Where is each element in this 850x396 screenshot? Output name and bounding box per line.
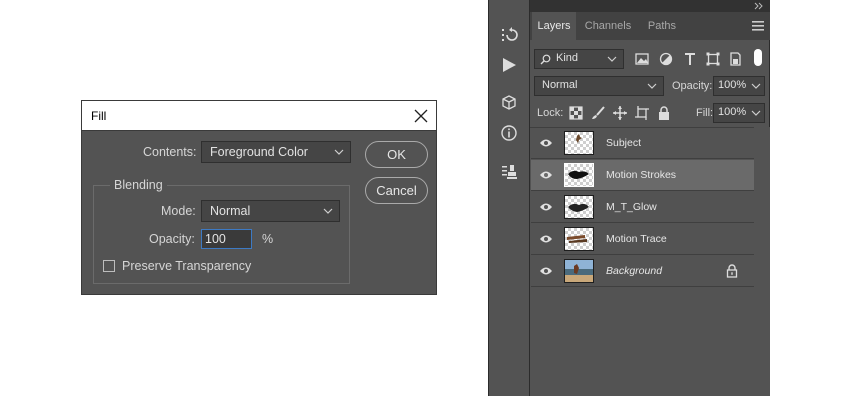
panel-dock-strip — [488, 0, 530, 396]
filter-kind-value: Kind — [556, 52, 579, 64]
lock-artboard-icon[interactable] — [634, 105, 650, 121]
tab-layers[interactable]: Layers — [532, 12, 576, 40]
contents-value: Foreground Color — [210, 145, 308, 159]
opacity-label: Opacity: — [149, 232, 195, 246]
preserve-transparency-checkbox[interactable] — [103, 260, 115, 272]
preserve-transparency-label: Preserve Transparency — [122, 259, 252, 273]
close-icon[interactable] — [412, 107, 430, 125]
layer-name: Subject — [606, 137, 642, 149]
opacity-input[interactable]: 100 — [201, 229, 252, 249]
layer-row-motion-strokes[interactable]: Motion Strokes — [531, 160, 754, 191]
tab-paths[interactable]: Paths — [642, 12, 682, 40]
contents-label: Contents: — [143, 145, 197, 159]
mode-label: Mode: — [161, 204, 196, 218]
filter-toggle-switch[interactable] — [754, 49, 762, 66]
3d-cube-icon[interactable] — [500, 94, 518, 112]
lock-all-icon[interactable] — [656, 105, 672, 121]
layer-row-subject[interactable]: Subject — [531, 128, 754, 159]
clone-source-icon[interactable] — [500, 163, 518, 181]
dialog-title: Fill — [91, 109, 107, 123]
collapse-right-icon[interactable] — [752, 2, 764, 10]
mode-value: Normal — [210, 204, 251, 218]
filter-smart-object-icon[interactable] — [727, 51, 743, 67]
mode-dropdown[interactable]: Normal — [201, 200, 340, 222]
contents-dropdown[interactable]: Foreground Color — [201, 141, 351, 163]
layer-row-motion-trace[interactable]: Motion Trace — [531, 224, 754, 255]
layer-name: M_T_Glow — [606, 201, 657, 213]
panel-menu-icon[interactable] — [752, 21, 764, 31]
eye-icon[interactable] — [539, 137, 553, 149]
layer-name: Motion Strokes — [606, 169, 677, 181]
chevron-down-icon — [334, 149, 344, 155]
panel-top-bar — [488, 0, 770, 12]
lock-transparent-pixels-icon[interactable] — [568, 105, 584, 121]
layer-thumbnail — [564, 163, 594, 187]
blending-title: Blending — [110, 178, 167, 192]
filter-pixel-icon[interactable] — [634, 51, 650, 67]
lock-position-move-icon[interactable] — [612, 105, 628, 121]
chevron-down-icon — [751, 83, 761, 89]
blend-mode-dropdown[interactable]: Normal — [534, 76, 664, 96]
chevron-down-icon — [751, 110, 761, 116]
eye-icon[interactable] — [539, 233, 553, 245]
blend-mode-value: Normal — [542, 79, 578, 91]
filter-type-icon[interactable] — [682, 51, 698, 67]
eye-icon[interactable] — [539, 169, 553, 181]
eye-icon[interactable] — [539, 265, 553, 277]
layer-thumbnail — [564, 227, 594, 251]
layer-opacity-label: Opacity: — [672, 80, 713, 92]
lock-label: Lock: — [537, 107, 564, 119]
chevron-down-icon — [607, 56, 617, 62]
layer-thumbnail — [564, 195, 594, 219]
ok-button[interactable]: OK — [365, 141, 428, 168]
layer-opacity-value: 100% — [718, 79, 747, 91]
filter-shape-icon[interactable] — [705, 51, 721, 67]
layer-name: Background — [606, 265, 663, 277]
search-icon — [540, 54, 551, 65]
layer-fill-value: 100% — [718, 106, 747, 118]
play-actions-icon[interactable] — [500, 56, 518, 74]
lock-icon[interactable] — [726, 264, 738, 278]
panel-tab-bar: Layers Channels Paths — [530, 12, 770, 40]
lock-image-pixels-brush-icon[interactable] — [590, 105, 606, 121]
chevron-down-icon — [647, 83, 657, 89]
dialog-titlebar: Fill — [82, 101, 436, 131]
info-icon[interactable] — [500, 124, 518, 142]
fill-label: Fill: — [696, 107, 714, 119]
filter-kind-dropdown[interactable]: Kind — [534, 49, 624, 69]
layer-name: Motion Trace — [606, 233, 667, 245]
layer-thumbnail — [564, 259, 594, 283]
layer-scrollbar[interactable] — [754, 127, 770, 396]
layers-panel: Layers Channels Paths Kind Normal Opacit… — [530, 12, 770, 396]
layer-row-background[interactable]: Background — [531, 256, 754, 287]
fill-dialog: Fill Contents: Foreground Color OK Cance… — [81, 100, 437, 295]
cancel-button[interactable]: Cancel — [365, 177, 428, 204]
chevron-down-icon — [323, 208, 333, 214]
layer-opacity-field[interactable]: 100% — [713, 76, 765, 96]
opacity-unit: % — [262, 232, 274, 246]
history-icon[interactable] — [500, 26, 518, 44]
filter-adjustment-icon[interactable] — [658, 51, 674, 67]
layer-list: Subject Motion Strokes M_T_Glow Motion T… — [530, 127, 770, 396]
layer-row-m-t-glow[interactable]: M_T_Glow — [531, 192, 754, 223]
layer-thumbnail — [564, 131, 594, 155]
tab-channels[interactable]: Channels — [582, 12, 634, 40]
eye-icon[interactable] — [539, 201, 553, 213]
layer-fill-field[interactable]: 100% — [713, 103, 765, 123]
